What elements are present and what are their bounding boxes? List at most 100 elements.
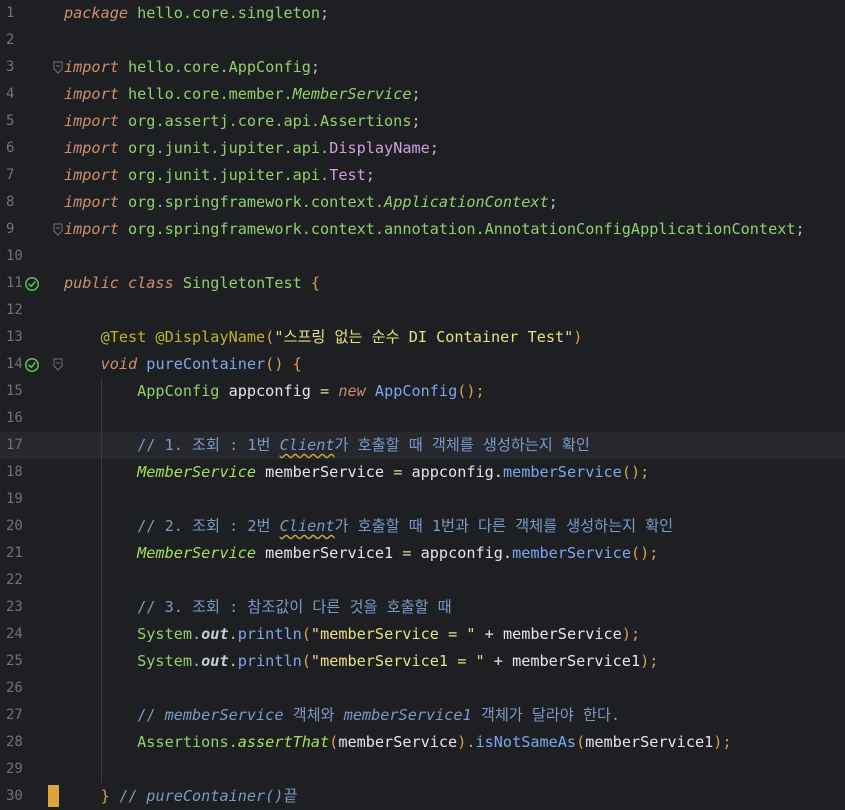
code-text[interactable]: System.out.println("memberService1 = " +… <box>64 648 658 675</box>
code-line[interactable]: 8 import org.springframework.context.Appl… <box>0 189 845 216</box>
code-text[interactable]: import org.springframework.context.annot… <box>64 216 805 243</box>
line-number[interactable]: 15 <box>0 378 28 405</box>
code-text[interactable]: import org.springframework.context.Appli… <box>64 189 558 216</box>
code-line[interactable]: 27 // memberService 객체와 memberService1 객… <box>0 702 845 729</box>
line-number[interactable]: 5 <box>0 108 28 135</box>
code-line[interactable]: 15 AppConfig appconfig = new AppConfig()… <box>0 378 845 405</box>
fold-marker-icon[interactable] <box>53 223 63 236</box>
code-line[interactable]: 22 <box>0 567 845 594</box>
code-text[interactable]: import hello.core.member.MemberService; <box>64 81 421 108</box>
code-token: = <box>402 544 412 562</box>
code-line[interactable]: 13 @Test @DisplayName("스프링 없는 순수 DI Cont… <box>0 324 845 351</box>
code-token: out <box>201 652 229 670</box>
code-token: SingletonTest <box>173 274 311 292</box>
code-text[interactable]: // 2. 조회 : 2번 Client가 호출할 때 1번과 다른 객체를 생… <box>64 513 673 540</box>
line-number[interactable]: 13 <box>0 324 28 351</box>
line-number[interactable]: 8 <box>0 189 28 216</box>
code-line[interactable]: 26 <box>0 675 845 702</box>
line-number[interactable]: 2 <box>0 27 28 54</box>
line-number[interactable]: 17 <box>0 432 28 459</box>
line-number[interactable]: 19 <box>0 486 28 513</box>
code-token: hello.core.AppConfig <box>118 58 311 76</box>
code-line[interactable]: 11 public class SingletonTest { <box>0 270 845 297</box>
line-number[interactable]: 7 <box>0 162 28 189</box>
code-line[interactable]: 17 // 1. 조회 : 1번 Client가 호출할 때 객체를 생성하는지… <box>0 432 845 459</box>
code-token: Assertions. <box>64 733 238 751</box>
code-token: ; <box>411 112 421 130</box>
code-text[interactable]: // 1. 조회 : 1번 Client가 호출할 때 객체를 생성하는지 확인 <box>64 432 590 459</box>
code-text[interactable]: import org.junit.jupiter.api.Test; <box>64 162 375 189</box>
code-text[interactable]: MemberService memberService = appconfig.… <box>64 459 649 486</box>
code-line[interactable]: 20 // 2. 조회 : 2번 Client가 호출할 때 1번과 다른 객체… <box>0 513 845 540</box>
code-line[interactable]: 12 <box>0 297 845 324</box>
code-line[interactable]: 3 import hello.core.AppConfig; <box>0 54 845 81</box>
code-line[interactable]: 2 <box>0 27 845 54</box>
code-line[interactable]: 7 import org.junit.jupiter.api.Test; <box>0 162 845 189</box>
line-number[interactable]: 30 <box>0 783 28 810</box>
code-token: Test <box>329 166 366 184</box>
code-text[interactable]: import hello.core.AppConfig; <box>64 54 320 81</box>
code-token: 가 호출할 때 1번과 다른 객체를 생성하는지 확인 <box>334 517 674 535</box>
code-text[interactable]: // 3. 조회 : 참조값이 다른 것을 호출할 때 <box>64 594 452 621</box>
line-number[interactable]: 10 <box>0 243 28 270</box>
code-token: org.assertj.core.api.Assertions <box>118 112 412 130</box>
line-number[interactable]: 6 <box>0 135 28 162</box>
code-line[interactable]: 19 <box>0 486 845 513</box>
code-line[interactable]: 4 import hello.core.member.MemberService; <box>0 81 845 108</box>
line-number[interactable]: 18 <box>0 459 28 486</box>
line-number[interactable]: 1 <box>0 0 28 27</box>
line-number[interactable]: 27 <box>0 702 28 729</box>
code-token: 객체와 <box>283 706 344 724</box>
code-line[interactable]: 29 <box>0 756 845 783</box>
line-number[interactable]: 12 <box>0 297 28 324</box>
code-line[interactable]: 5 import org.assertj.core.api.Assertions; <box>0 108 845 135</box>
code-text[interactable]: System.out.println("memberService = " + … <box>64 621 640 648</box>
fold-marker-icon[interactable] <box>53 358 63 371</box>
run-test-passed-icon[interactable] <box>24 357 40 373</box>
code-text[interactable]: package hello.core.singleton; <box>64 0 329 27</box>
run-test-passed-icon[interactable] <box>24 276 40 292</box>
code-line[interactable]: 14 void pureContainer() { <box>0 351 845 378</box>
line-number[interactable]: 9 <box>0 216 28 243</box>
line-number[interactable]: 23 <box>0 594 28 621</box>
line-number[interactable]: 28 <box>0 729 28 756</box>
code-editor[interactable]: 1 package hello.core.singleton; 2 3 import h… <box>0 0 845 809</box>
code-token: (); <box>630 544 659 562</box>
code-line[interactable]: 16 <box>0 405 845 432</box>
code-text[interactable]: } // pureContainer()끝 <box>64 783 298 810</box>
fold-marker-icon[interactable] <box>53 61 63 74</box>
line-number[interactable]: 4 <box>0 81 28 108</box>
code-text[interactable]: void pureContainer() { <box>64 351 302 378</box>
code-line[interactable]: 28 Assertions.assertThat(memberService).… <box>0 729 845 756</box>
code-line[interactable]: 24 System.out.println("memberService = "… <box>0 621 845 648</box>
line-number[interactable]: 26 <box>0 675 28 702</box>
code-line[interactable]: 9 import org.springframework.context.anno… <box>0 216 845 243</box>
code-text[interactable]: public class SingletonTest { <box>64 270 320 297</box>
code-line[interactable]: 6 import org.junit.jupiter.api.DisplayNam… <box>0 135 845 162</box>
line-number[interactable]: 20 <box>0 513 28 540</box>
code-text[interactable]: Assertions.assertThat(memberService).isN… <box>64 729 731 756</box>
code-text[interactable]: import org.assertj.core.api.Assertions; <box>64 108 421 135</box>
code-text[interactable]: @Test @DisplayName("스프링 없는 순수 DI Contain… <box>64 324 583 351</box>
code-text[interactable]: // memberService 객체와 memberService1 객체가 … <box>64 702 620 729</box>
line-number[interactable]: 24 <box>0 621 28 648</box>
line-number[interactable]: 29 <box>0 756 28 783</box>
code-text[interactable]: import org.junit.jupiter.api.DisplayName… <box>64 135 439 162</box>
code-token: ( <box>576 733 586 751</box>
code-line[interactable]: 18 MemberService memberService = appconf… <box>0 459 845 486</box>
code-line[interactable]: 1 package hello.core.singleton; <box>0 0 845 27</box>
code-line[interactable]: 30 } // pureContainer()끝 <box>0 783 845 810</box>
code-line[interactable]: 23 // 3. 조회 : 참조값이 다른 것을 호출할 때 <box>0 594 845 621</box>
code-line[interactable]: 21 MemberService memberService1 = appcon… <box>0 540 845 567</box>
line-number[interactable]: 25 <box>0 648 28 675</box>
code-token: // 3. 조회 : 참조값이 다른 것을 호출할 때 <box>64 598 452 616</box>
code-text[interactable]: MemberService memberService1 = appconfig… <box>64 540 658 567</box>
code-line[interactable]: 25 System.out.println("memberService1 = … <box>0 648 845 675</box>
code-token: ; <box>795 220 805 238</box>
line-number[interactable]: 22 <box>0 567 28 594</box>
line-number[interactable]: 16 <box>0 405 28 432</box>
line-number[interactable]: 3 <box>0 54 28 81</box>
code-text[interactable]: AppConfig appconfig = new AppConfig(); <box>64 378 485 405</box>
line-number[interactable]: 21 <box>0 540 28 567</box>
code-line[interactable]: 10 <box>0 243 845 270</box>
